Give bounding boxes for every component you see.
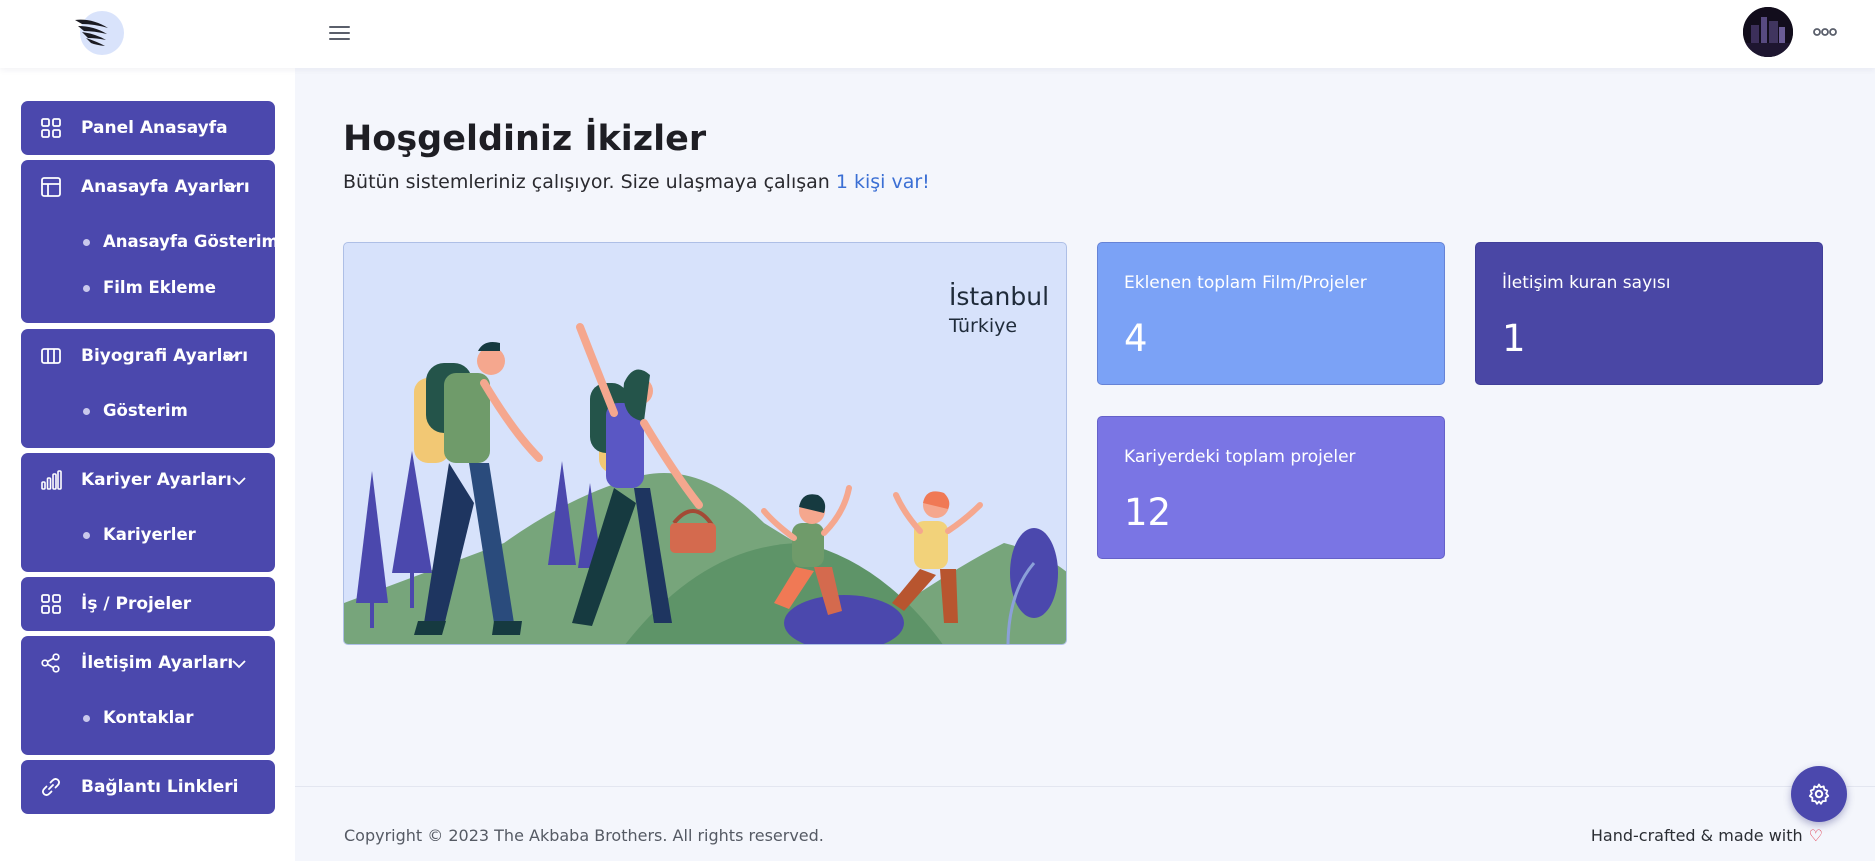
sidebar-item-head[interactable]: Kariyer Ayarları <box>21 453 275 507</box>
stat-label: Kariyerdeki toplam projeler <box>1124 447 1356 467</box>
footer-divider <box>295 786 1875 787</box>
sidebar-item-label: İş / Projeler <box>81 594 192 614</box>
bullet-icon <box>83 532 90 539</box>
sidebar-item-baglanti-linkleri[interactable]: Bağlantı Linkleri <box>21 760 275 814</box>
submenu-item-kariyerler[interactable]: Kariyerler <box>81 523 196 547</box>
stat-label: Eklenen toplam Film/Projeler <box>1124 273 1367 293</box>
stat-label: İletişim kuran sayısı <box>1502 273 1671 293</box>
sidebar-item-label: Bağlantı Linkleri <box>81 777 239 797</box>
stat-value: 4 <box>1124 317 1148 360</box>
sidebar-item-label: Kariyer Ayarları <box>81 470 232 490</box>
stat-card-projects: Eklenen toplam Film/Projeler 4 <box>1097 242 1445 385</box>
share-icon <box>41 653 60 673</box>
sidebar: Panel Anasayfa Anasayfa Ayarları Anasayf… <box>0 68 295 861</box>
gear-icon <box>1808 783 1830 805</box>
chevron-down-icon[interactable] <box>221 348 239 366</box>
stat-card-contacts: İletişim kuran sayısı 1 <box>1475 242 1823 385</box>
brand-logo[interactable] <box>72 10 124 56</box>
link-icon <box>41 777 61 797</box>
settings-button[interactable] <box>1791 766 1847 822</box>
submenu-item-film-ekleme[interactable]: Film Ekleme <box>81 276 216 300</box>
sidebar-item-kariyer-ayarlari: Kariyer Ayarları Kariyerler <box>21 453 275 572</box>
columns-icon <box>41 348 61 364</box>
hero-city: İstanbul <box>949 282 1050 311</box>
page-title: Hoşgeldiniz İkizler <box>343 119 707 159</box>
contact-count-link[interactable]: 1 kişi var! <box>836 171 930 193</box>
sidebar-item-is-projeler[interactable]: İş / Projeler <box>21 577 275 631</box>
chevron-down-icon[interactable] <box>230 472 248 490</box>
sidebar-item-label: İletişim Ayarları <box>81 653 234 673</box>
stat-card-career: Kariyerdeki toplam projeler 12 <box>1097 416 1445 559</box>
page-subtitle: Bütün sistemleriniz çalışıyor. Size ulaş… <box>343 171 930 193</box>
layout-icon <box>41 177 61 197</box>
bullet-icon <box>83 239 90 246</box>
grid-icon <box>41 118 61 138</box>
sidebar-item-head[interactable]: Biyografi Ayarları <box>21 329 275 383</box>
more-options-icon[interactable] <box>1812 22 1838 42</box>
bar-chart-icon <box>41 470 62 490</box>
sidebar-item-head[interactable]: Bağlantı Linkleri <box>21 760 275 814</box>
menu-toggle-icon[interactable] <box>326 21 354 45</box>
submenu-item-kontaklar[interactable]: Kontaklar <box>81 706 194 730</box>
stat-value: 1 <box>1502 317 1526 360</box>
sidebar-item-head[interactable]: İş / Projeler <box>21 577 275 631</box>
bullet-icon <box>83 408 90 415</box>
sidebar-item-head[interactable]: İletişim Ayarları <box>21 636 275 690</box>
sidebar-item-label: Panel Anasayfa <box>81 118 228 138</box>
sidebar-item-biyografi-ayarlari: Biyografi Ayarları Gösterim <box>21 329 275 448</box>
sidebar-item-anasayfa-ayarlari: Anasayfa Ayarları Anasayfa Gösterimi Fil… <box>21 160 284 323</box>
footer-handcrafted: Hand-crafted & made with ♡ <box>1590 826 1823 845</box>
sidebar-item-iletisim-ayarlari: İletişim Ayarları Kontaklar <box>21 636 275 755</box>
grid-icon <box>41 594 61 614</box>
submenu-item-anasayfa-gosterimi[interactable]: Anasayfa Gösterimi <box>81 230 284 254</box>
footer-copyright: Copyright © 2023 The Akbaba Brothers. Al… <box>344 826 824 845</box>
sidebar-item-head[interactable]: Panel Anasayfa <box>21 101 275 155</box>
hero-card: İstanbul Türkiye <box>343 242 1067 645</box>
bullet-icon <box>83 285 90 292</box>
bullet-icon <box>83 715 90 722</box>
heart-icon: ♡ <box>1808 826 1823 845</box>
chevron-down-icon[interactable] <box>221 179 239 197</box>
sidebar-item-panel-anasayfa[interactable]: Panel Anasayfa <box>21 101 275 155</box>
submenu-item-gosterim[interactable]: Gösterim <box>81 399 188 423</box>
hero-country: Türkiye <box>949 315 1018 337</box>
sidebar-item-head[interactable]: Anasayfa Ayarları <box>21 160 275 214</box>
top-bar <box>0 0 1875 68</box>
user-avatar[interactable] <box>1743 7 1793 57</box>
chevron-down-icon[interactable] <box>230 655 248 673</box>
stat-value: 12 <box>1124 491 1172 534</box>
